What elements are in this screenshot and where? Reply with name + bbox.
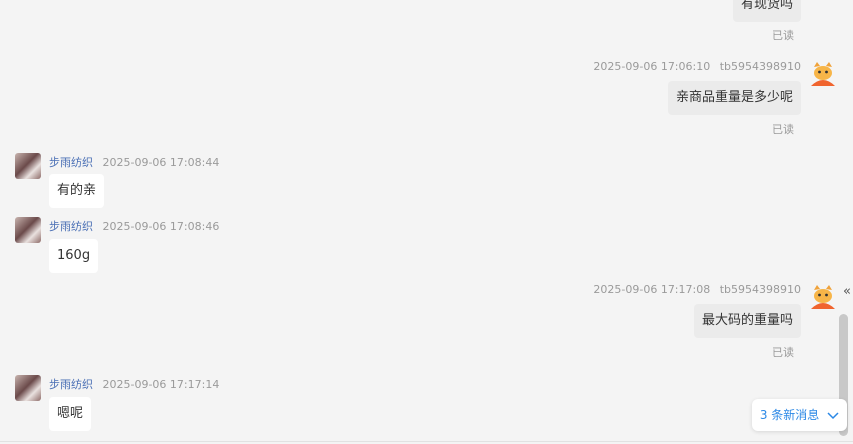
chevron-down-icon [827,411,839,419]
sender-name[interactable]: 步雨纺织 [49,220,93,233]
seller-avatar[interactable] [15,375,41,401]
new-messages-button[interactable]: 3 条新消息 [752,399,847,431]
message-time: 2025-09-06 17:06:10 [593,60,711,73]
message-meta: 2025-09-06 17:17:08 tb5954398910 [593,283,801,296]
buyer-avatar-icon[interactable] [809,283,837,309]
input-divider [0,441,853,442]
message-bubble-outgoing: 最大码的重量吗 [693,304,801,338]
new-messages-label: 3 条新消息 [759,408,820,422]
seller-avatar[interactable] [15,217,41,243]
message-meta: 2025-09-06 17:06:10 tb5954398910 [593,60,801,73]
read-status: 已读 [772,123,794,136]
seller-avatar[interactable] [15,153,41,179]
message-time: 2025-09-06 17:17:08 [593,283,711,296]
message-time: 2025-09-06 17:08:44 [102,156,220,169]
message-meta: 步雨纺织 2025-09-06 17:17:14 [49,376,219,392]
sender-name[interactable]: 步雨纺织 [49,378,93,391]
message-bubble-incoming: 嗯呢 [49,397,92,431]
message-bubble-incoming: 160g [49,239,99,273]
message-time: 2025-09-06 17:08:46 [102,220,220,233]
sender-id: tb5954398910 [719,283,801,296]
collapse-panel-icon[interactable]: « [841,282,853,302]
message-meta: 步雨纺织 2025-09-06 17:08:46 [49,218,219,234]
sender-name[interactable]: 步雨纺织 [49,156,93,169]
message-bubble-outgoing: 有现货吗 [732,0,801,22]
sender-id: tb5954398910 [719,60,801,73]
message-bubble-incoming: 有的亲 [49,174,105,208]
read-status: 已读 [772,29,794,42]
buyer-avatar-icon[interactable] [809,60,837,86]
message-time: 2025-09-06 17:17:14 [102,378,220,391]
chat-message-list[interactable]: 有现货吗 已读 2025-09-06 17:06:10 tb5954398910… [0,0,853,444]
message-meta: 步雨纺织 2025-09-06 17:08:44 [49,154,219,170]
message-bubble-outgoing: 亲商品重量是多少呢 [667,81,801,115]
read-status: 已读 [772,346,794,359]
